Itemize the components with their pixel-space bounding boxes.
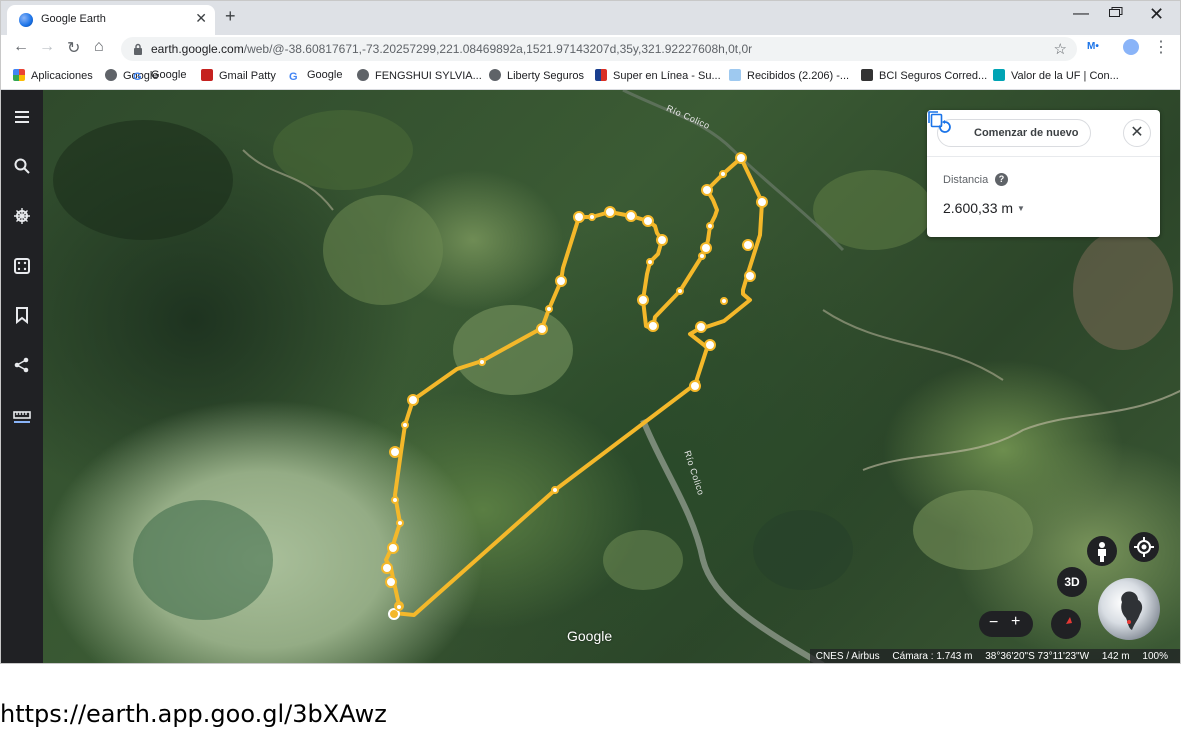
bookmark-label: Recibidos (2.206) -...: [747, 70, 850, 82]
forward-arrow-icon[interactable]: →: [39, 38, 55, 56]
restart-button[interactable]: Comenzar de nuevo: [937, 119, 1091, 147]
zoom-readout: 100%: [1142, 651, 1168, 662]
url-host: earth.google.com: [151, 42, 244, 56]
tab-title: Google Earth: [41, 13, 106, 25]
feeling-lucky-dice-icon[interactable]: [13, 257, 31, 275]
uf-icon: [993, 69, 1005, 81]
bookmark-label: Valor de la UF | Con...: [1011, 70, 1119, 82]
help-icon[interactable]: ?: [995, 173, 1008, 186]
tab-strip: Google Earth ✕ + — ✕: [1, 1, 1180, 35]
share-icon[interactable]: [13, 356, 31, 374]
copy-icon[interactable]: [927, 110, 943, 128]
bookmark-item[interactable]: Gmail Patty: [201, 69, 276, 82]
camera-altitude: Cámara : 1.743 m: [892, 651, 973, 662]
pegman-icon: [1098, 542, 1106, 562]
bookmark-item[interactable]: Valor de la UF | Con...: [993, 69, 1119, 82]
bookmark-label: Gmail Patty: [219, 70, 276, 82]
bookmark-label: Google: [307, 69, 343, 81]
bookmark-label: BCI Seguros Corred...: [879, 70, 988, 82]
cursor-coordinates: 38°36'20"S 73°11'23"W: [985, 651, 1090, 662]
store-icon: [595, 69, 607, 81]
bookmark-star-icon[interactable]: ☆: [1054, 40, 1067, 58]
google-logo: Google: [567, 628, 613, 644]
bookmark-icon[interactable]: [13, 306, 31, 324]
extension-icon[interactable]: M•: [1087, 41, 1099, 52]
close-panel-button[interactable]: ✕: [1123, 119, 1151, 147]
profile-avatar[interactable]: [1123, 39, 1139, 55]
bookmark-item[interactable]: FENGSHUI SYLVIA...: [357, 69, 482, 82]
zoom-control: − +: [979, 611, 1033, 637]
google-g-icon: G: [289, 71, 298, 83]
panel-divider: [927, 156, 1160, 157]
bookmark-label: FENGSHUI SYLVIA...: [375, 70, 482, 82]
page-caption-link[interactable]: https://earth.app.goo.gl/3bXAwz: [0, 700, 387, 728]
distance-label: Distancia: [943, 174, 989, 186]
bookmark-item[interactable]: Recibidos (2.206) -...: [729, 69, 849, 82]
bookmarks-bar: Aplicaciones Google G Google Gmail Patty …: [1, 63, 1180, 90]
minimize-button[interactable]: —: [1069, 5, 1093, 23]
globe-overview-icon[interactable]: [1098, 578, 1160, 640]
measure-panel: Comenzar de nuevo ✕ Distancia ? 2.600,33…: [927, 110, 1160, 237]
outlook-icon: [729, 69, 741, 81]
measure-ruler-icon[interactable]: [13, 406, 31, 424]
url-text: earth.google.com/web/@-38.60817671,-73.2…: [151, 42, 752, 56]
bookmark-label: Liberty Seguros: [507, 70, 585, 82]
window-close-button[interactable]: ✕: [1149, 4, 1164, 25]
bookmark-item[interactable]: G Google: [133, 69, 186, 83]
voyager-wheel-icon[interactable]: [13, 207, 31, 225]
google-g-icon: G: [133, 71, 142, 83]
bci-icon: [861, 69, 873, 81]
zoom-in-button[interactable]: +: [1011, 613, 1020, 631]
globe-icon: [489, 69, 501, 81]
browser-window: Google Earth ✕ + — ✕ ← → ↻ ⌂ earth.googl…: [0, 0, 1181, 664]
imagery-attribution[interactable]: CNES / Airbus: [816, 651, 880, 662]
tab-close-icon[interactable]: ✕: [195, 10, 207, 27]
bookmark-item[interactable]: Liberty Seguros: [489, 69, 584, 82]
browser-menu-icon[interactable]: ⋮: [1153, 37, 1169, 57]
bookmark-label: Super en Línea - Su...: [613, 70, 721, 82]
globe-icon: [105, 69, 117, 81]
bookmark-label: Aplicaciones: [31, 70, 93, 82]
compass-icon: [1062, 617, 1072, 631]
bookmark-item[interactable]: Aplicaciones: [13, 69, 93, 82]
bookmark-item[interactable]: G Google: [289, 69, 342, 83]
zoom-out-button[interactable]: −: [989, 614, 998, 632]
hamburger-menu-icon[interactable]: [13, 108, 31, 126]
new-tab-button[interactable]: +: [225, 6, 236, 27]
gmail-icon: [201, 69, 213, 81]
bookmark-label: Google: [151, 69, 187, 81]
measure-path-line[interactable]: [384, 156, 764, 617]
location-target-icon: [1134, 537, 1154, 557]
status-bar: CNES / Airbus Cámara : 1.743 m 38°36'20"…: [809, 649, 1180, 663]
search-icon[interactable]: [13, 157, 31, 175]
tab-google-earth[interactable]: Google Earth ✕: [7, 5, 215, 35]
satellite-map[interactable]: Río Colico Río Colico Comenzar de nuevo …: [43, 90, 1180, 663]
earth-favicon-icon: [19, 13, 33, 27]
url-path: /web/@-38.60817671,-73.20257299,221.0846…: [243, 42, 753, 56]
distance-value[interactable]: 2.600,33 m: [943, 200, 1013, 216]
unit-dropdown-icon[interactable]: ▼: [1017, 204, 1025, 213]
my-location-button[interactable]: [1129, 532, 1159, 562]
compass-button[interactable]: [1051, 609, 1081, 639]
toggle-3d-button[interactable]: 3D: [1057, 567, 1087, 597]
earth-sidebar: [1, 90, 43, 663]
lock-icon: [134, 43, 142, 55]
maximize-icon[interactable]: [1109, 7, 1123, 17]
bookmark-item[interactable]: Super en Línea - Su...: [595, 69, 721, 82]
scale-readout[interactable]: 142 m: [1102, 651, 1130, 662]
globe-icon: [357, 69, 369, 81]
pegman-button[interactable]: [1087, 536, 1117, 566]
bookmark-item[interactable]: BCI Seguros Corred...: [861, 69, 987, 82]
browser-toolbar: ← → ↻ ⌂ earth.google.com/web/@-38.608176…: [1, 35, 1180, 63]
restart-label: Comenzar de nuevo: [974, 127, 1079, 139]
home-icon[interactable]: ⌂: [94, 38, 104, 56]
address-bar[interactable]: earth.google.com/web/@-38.60817671,-73.2…: [121, 37, 1077, 61]
reload-icon[interactable]: ↻: [67, 38, 80, 58]
back-arrow-icon[interactable]: ←: [13, 38, 29, 56]
measure-path-points[interactable]: [381, 152, 768, 620]
apps-grid-icon: [13, 69, 25, 81]
